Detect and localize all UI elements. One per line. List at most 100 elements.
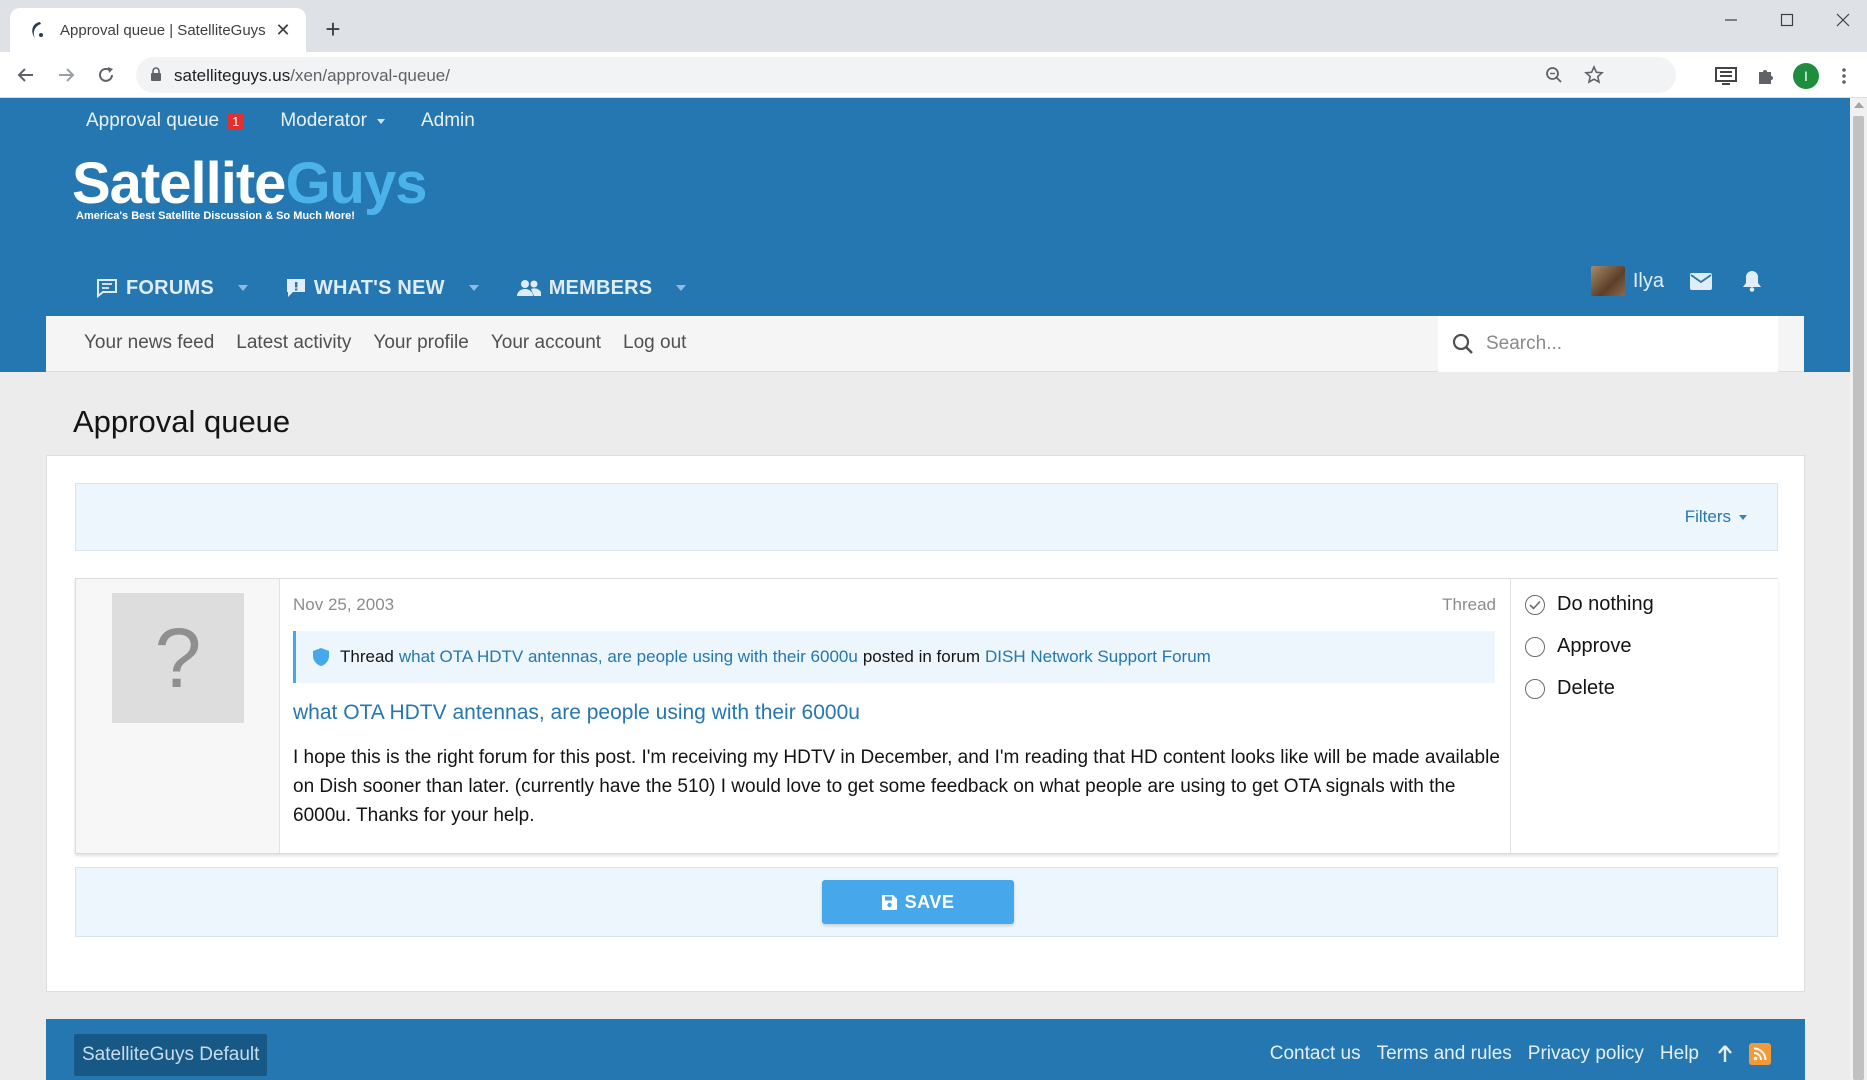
nav-members[interactable]: MEMBERS <box>516 276 687 300</box>
save-disk-icon <box>881 894 897 910</box>
save-bar: SAVE <box>75 867 1778 937</box>
item-avatar-column: ? <box>76 579 280 853</box>
notice-thread-link[interactable]: what OTA HDTV antennas, are people using… <box>399 647 858 667</box>
radio-circle-icon[interactable] <box>1525 678 1545 699</box>
action-approve-label: Approve <box>1557 635 1632 657</box>
page-scrollbar[interactable] <box>1850 98 1867 1080</box>
item-actions: Do nothing Approve Delete <box>1510 579 1778 853</box>
subnav-latest-activity[interactable]: Latest activity <box>236 332 351 354</box>
address-bar[interactable]: satelliteguys.us/xen/approval-queue/ <box>136 57 1676 93</box>
close-window-icon[interactable] <box>1815 0 1867 40</box>
tab-title: Approval queue | SatelliteGuys.US <box>60 21 266 39</box>
save-button-label: SAVE <box>904 891 955 912</box>
logo-tagline: America's Best Satellite Discussion & So… <box>76 210 355 222</box>
item-content: Nov 25, 2003 Thread Thread what OTA HDTV… <box>280 579 1510 853</box>
site-footer: SatelliteGuys Default Contact us Terms a… <box>46 1019 1805 1080</box>
browser-tab[interactable]: Approval queue | SatelliteGuys.US ✕ <box>10 8 306 52</box>
extensions-puzzle-icon[interactable] <box>1752 62 1780 90</box>
action-approve[interactable]: Approve <box>1525 635 1632 658</box>
envelope-icon[interactable] <box>1690 272 1712 290</box>
reload-icon[interactable] <box>90 59 122 91</box>
action-do-nothing-label: Do nothing <box>1557 593 1654 615</box>
users-icon <box>516 280 541 296</box>
item-title-link[interactable]: what OTA HDTV antennas, are people using… <box>293 701 860 725</box>
item-content-type: Thread <box>1442 595 1496 614</box>
back-arrow-icon[interactable] <box>10 59 42 91</box>
moderator-label: Moderator <box>280 110 367 131</box>
search-icon <box>1452 333 1473 354</box>
search-placeholder: Search... <box>1486 333 1563 354</box>
subnav-your-profile[interactable]: Your profile <box>373 332 468 354</box>
username-link[interactable]: Ilya <box>1633 270 1664 293</box>
filter-bar: Filters <box>75 483 1778 551</box>
shield-icon <box>312 647 330 667</box>
queue-item: ? Nov 25, 2003 Thread Thread what OTA HD… <box>75 578 1778 854</box>
admin-label: Admin <box>420 110 475 131</box>
save-button[interactable]: SAVE <box>822 880 1014 924</box>
nav-members-label: MEMBERS <box>548 276 653 299</box>
chevron-down-icon[interactable] <box>468 285 479 291</box>
subnav-your-account[interactable]: Your account <box>491 332 601 354</box>
notice-mid-text: posted in forum <box>862 647 981 666</box>
minimize-icon[interactable] <box>1703 0 1759 40</box>
chevron-down-icon <box>376 118 385 124</box>
page-title: Approval queue <box>73 404 291 439</box>
comment-icon <box>97 279 117 298</box>
style-chooser[interactable]: SatelliteGuys Default <box>74 1034 268 1076</box>
staffbar-approval-queue[interactable]: Approval queue 1 <box>86 110 245 132</box>
notice-forum-link[interactable]: DISH Network Support Forum <box>985 647 1211 667</box>
logo-text-satellite: Satellite <box>72 151 286 216</box>
browser-tab-bar: Approval queue | SatelliteGuys.US ✕ + <box>0 0 1867 52</box>
staffbar-admin[interactable]: Admin <box>421 110 475 132</box>
reader-mode-icon[interactable] <box>1712 62 1740 90</box>
browser-menu-icon[interactable] <box>1830 62 1858 90</box>
forward-arrow-icon[interactable] <box>50 59 82 91</box>
search-input[interactable]: Search... <box>1438 316 1778 372</box>
unknown-user-avatar[interactable]: ? <box>112 593 244 723</box>
filters-button[interactable]: Filters <box>1685 507 1747 527</box>
item-notice: Thread what OTA HDTV antennas, are peopl… <box>293 631 1495 683</box>
radio-circle-icon[interactable] <box>1525 636 1545 657</box>
approval-queue-label: Approval queue <box>86 110 220 131</box>
footer-help[interactable]: Help <box>1660 1043 1699 1065</box>
new-tab-icon[interactable]: + <box>318 14 348 44</box>
zoom-icon[interactable] <box>1542 63 1566 87</box>
main-navigation: FORUMS WHAT'S NEW MEMBERS <box>96 268 724 308</box>
footer-links: Contact us Terms and rules Privacy polic… <box>1254 1043 1771 1065</box>
check-circle-icon[interactable] <box>1525 594 1545 615</box>
site-favicon-icon <box>26 19 48 41</box>
footer-terms[interactable]: Terms and rules <box>1377 1043 1512 1065</box>
close-tab-icon[interactable]: ✕ <box>272 19 294 41</box>
staff-bar: Approval queue 1 Moderator Admin <box>86 106 511 136</box>
site-logo[interactable]: SatelliteGuys America's Best Satellite D… <box>72 150 452 224</box>
notice-prefix: Thread <box>340 647 394 666</box>
maximize-icon[interactable] <box>1759 0 1815 40</box>
item-date[interactable]: Nov 25, 2003 <box>293 595 394 615</box>
bookmark-star-icon[interactable] <box>1582 63 1606 87</box>
scrollbar-thumb[interactable] <box>1853 116 1864 1080</box>
chevron-down-icon[interactable] <box>676 285 687 291</box>
logo-text-guys: Guys <box>285 151 427 216</box>
rss-icon[interactable] <box>1749 1043 1771 1065</box>
subnav-log-out[interactable]: Log out <box>623 332 686 354</box>
action-do-nothing[interactable]: Do nothing <box>1525 593 1654 616</box>
footer-contact-us[interactable]: Contact us <box>1270 1043 1361 1065</box>
lock-icon <box>150 67 162 87</box>
subnav-news-feed[interactable]: Your news feed <box>84 332 214 354</box>
chevron-down-icon <box>1739 514 1747 520</box>
arrow-up-icon[interactable] <box>1717 1045 1733 1063</box>
footer-privacy[interactable]: Privacy policy <box>1528 1043 1644 1065</box>
user-menu: Ilya <box>1590 266 1762 296</box>
nav-forums-label: FORUMS <box>126 276 214 299</box>
action-delete-label: Delete <box>1557 677 1615 699</box>
bell-icon[interactable] <box>1742 270 1762 292</box>
chevron-down-icon[interactable] <box>237 285 248 291</box>
staffbar-moderator[interactable]: Moderator <box>280 110 385 132</box>
user-avatar[interactable] <box>1590 266 1625 296</box>
nav-whats-new[interactable]: WHAT'S NEW <box>286 277 479 300</box>
nav-forums[interactable]: FORUMS <box>96 277 248 300</box>
profile-avatar[interactable]: I <box>1792 62 1820 90</box>
action-delete[interactable]: Delete <box>1525 677 1615 700</box>
exclamation-comment-icon <box>286 279 305 297</box>
scroll-up-arrow-icon[interactable] <box>1854 102 1864 108</box>
